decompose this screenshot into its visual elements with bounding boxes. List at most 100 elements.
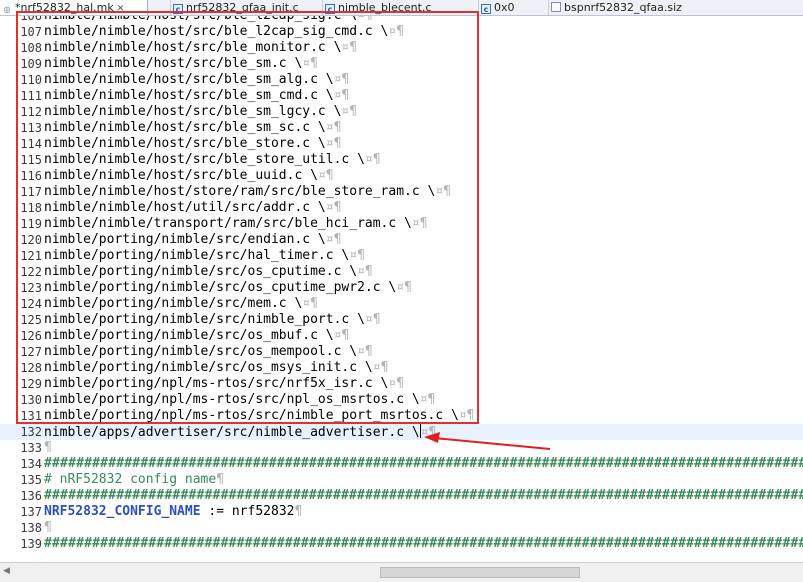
tab-whitespace-marker: ¤ [302,296,311,311]
code-line[interactable]: 108 nimble/nimble/host/src/ble_monitor.c … [0,40,803,56]
tab-nrf52832-qfaa-init-c[interactable]: c nrf52832_qfaa_init.c [170,0,320,15]
line-content: nimble/porting/npl/ms-rtos/src/nimble_po… [44,408,459,423]
code-text: ########################################… [44,456,803,472]
pilcrow-marker: ¶ [365,16,373,23]
code-text: nimble/nimble/host/src/ble_l2cap_sig.c \… [44,16,373,24]
gutter-marker [3,281,12,290]
gutter-marker [3,313,12,322]
pilcrow-marker: ¶ [310,56,318,71]
code-line[interactable]: 111 nimble/nimble/host/src/ble_sm_cmd.c \… [0,88,803,104]
tab-0x0[interactable]: c 0x0 [478,0,543,15]
close-icon[interactable]: ✕ [117,4,125,14]
gutter-marker [3,377,12,386]
tab-whitespace-marker: ¤ [364,152,373,167]
gutter-marker [3,265,12,274]
code-line[interactable]: 135 # nRF52832 config name¶ [0,472,803,488]
code-line[interactable]: 130 nimble/porting/npl/ms-rtos/src/npl_os… [0,392,803,408]
line-content: nimble/nimble/transport/ram/src/ble_hci_… [44,216,412,231]
code-text: ¶ [44,520,52,536]
tab-bspnrf52832-qfaa-siz[interactable]: bspnrf52832_qfaa.siz [548,0,803,15]
code-line[interactable]: 114 nimble/nimble/host/src/ble_store.c \¤… [0,136,803,152]
pilcrow-marker: ¶ [333,120,342,135]
gutter-marker [3,425,12,434]
line-content: nimble/nimble/host/src/ble_sm_alg.c \ [44,72,334,87]
tab-whitespace-marker: ¤ [411,216,420,231]
code-line[interactable]: 133 ¶ [0,440,803,456]
code-line[interactable]: 128 nimble/porting/nimble/src/os_msys_ini… [0,360,803,376]
tab-label: *nrf52832_hal.mk [15,1,114,14]
line-content: nimble/nimble/host/src/ble_sm_sc.c \ [44,120,326,135]
code-line[interactable]: 132 nimble/apps/advertiser/src/nimble_adv… [0,424,803,440]
code-line[interactable]: 120 nimble/porting/nimble/src/endian.c \¤… [0,232,803,248]
pilcrow-marker: ¶ [349,40,358,55]
gutter-marker [3,169,12,178]
code-line[interactable]: 136 #####################################… [0,488,803,504]
code-line[interactable]: 121 nimble/porting/nimble/src/hal_timer.c… [0,248,803,264]
tab-whitespace-marker: ¤ [420,425,429,440]
code-text: nimble/nimble/host/src/ble_l2cap_sig_cmd… [44,24,404,40]
pilcrow-marker: ¶ [333,136,342,151]
line-number: 118 [20,201,42,215]
pilcrow-marker: ¶ [466,408,475,423]
code-line[interactable]: 134 #####################################… [0,456,803,472]
code-line[interactable]: 127 nimble/porting/nimble/src/os_mempool.… [0,344,803,360]
line-number: 127 [20,345,42,359]
code-line[interactable]: 109 nimble/nimble/host/src/ble_sm.c \¤¶ [0,56,803,72]
tab-whitespace-marker: ¤ [317,168,326,183]
code-line[interactable]: 118 nimble/nimble/host/util/src/addr.c \¤… [0,200,803,216]
code-line[interactable]: 139 #####################################… [0,536,803,552]
line-number: 129 [20,377,42,391]
code-line[interactable]: 131 nimble/porting/npl/ms-rtos/src/nimble… [0,408,803,424]
code-line[interactable]: 116 nimble/nimble/host/src/ble_uuid.c \¤¶ [0,168,803,184]
code-line[interactable]: 117 nimble/nimble/host/store/ram/src/ble_… [0,184,803,200]
code-line[interactable]: 107 nimble/nimble/host/src/ble_l2cap_sig_… [0,24,803,40]
horizontal-scrollbar[interactable]: ◀ [0,562,803,582]
code-line[interactable]: 137 NRF52832_CONFIG_NAME := nrf52832¶ [0,504,803,520]
code-text: nimble/porting/nimble/src/hal_timer.c \¤… [44,248,365,264]
code-line[interactable]: 138 ¶ [0,520,803,536]
line-number: 113 [20,121,42,135]
code-editor[interactable]: 106nimble/nimble/host/src/ble_l2cap_sig.… [0,16,803,562]
code-line[interactable]: 122 nimble/porting/nimble/src/os_cputime.… [0,264,803,280]
code-line[interactable]: 115 nimble/nimble/host/src/ble_store_util… [0,152,803,168]
line-number: 139 [20,537,42,551]
code-text: nimble/porting/npl/ms-rtos/src/nimble_po… [44,408,474,424]
code-line[interactable]: 112 nimble/nimble/host/src/ble_sm_lgcy.c … [0,104,803,120]
code-text: nimble/nimble/transport/ram/src/ble_hci_… [44,216,428,232]
line-content: nimble/porting/nimble/src/os_msys_init.c… [44,360,373,375]
pilcrow-marker: ¶ [44,440,52,455]
line-content: # nRF52832 config name [44,472,217,487]
code-line[interactable]: 125 nimble/porting/nimble/src/nimble_port… [0,312,803,328]
line-number: 128 [20,361,42,375]
scrollbar-thumb[interactable] [380,567,580,578]
gutter-marker [3,16,12,18]
line-number: 110 [20,73,42,87]
line-content: nimble/porting/nimble/src/os_cputime_pwr… [44,280,397,295]
scroll-left-icon[interactable]: ◀ [3,566,10,576]
line-content: ########################################… [44,488,803,503]
tab-nimble-blecent-c[interactable]: c nimble_blecent.c [322,0,472,15]
tab-nrf52832-hal-mk[interactable]: ◎ *nrf52832_hal.mk ✕ [0,0,148,15]
code-line[interactable]: 129 nimble/porting/npl/ms-rtos/src/nrf5x_… [0,376,803,392]
tab-whitespace-marker: ¤ [357,16,365,23]
code-text: NRF52832_CONFIG_NAME := nrf52832¶ [44,504,302,520]
pilcrow-marker: ¶ [333,200,342,215]
gutter-marker [3,441,12,450]
code-line[interactable]: 106nimble/nimble/host/src/ble_l2cap_sig.… [0,16,803,24]
tab-label: nimble_blecent.c [338,1,432,14]
line-number: 133 [20,441,42,455]
line-number: 119 [20,217,42,231]
code-line[interactable]: 124 nimble/porting/nimble/src/mem.c \¤¶ [0,296,803,312]
code-line[interactable]: 126 nimble/porting/nimble/src/os_mbuf.c \… [0,328,803,344]
line-content: nimble/nimble/host/util/src/addr.c \ [44,200,326,215]
line-number: 111 [20,89,42,103]
tab-whitespace-marker: ¤ [325,232,334,247]
line-number: 107 [20,25,42,39]
c-file-icon: c [325,4,335,14]
code-line[interactable]: 119 nimble/nimble/transport/ram/src/ble_h… [0,216,803,232]
line-content: nimble/nimble/host/src/ble_sm.c \ [44,56,303,71]
pilcrow-marker: ¶ [341,72,350,87]
code-line[interactable]: 123 nimble/porting/nimble/src/os_cputime_… [0,280,803,296]
code-line[interactable]: 110 nimble/nimble/host/src/ble_sm_alg.c \… [0,72,803,88]
code-line[interactable]: 113 nimble/nimble/host/src/ble_sm_sc.c \¤… [0,120,803,136]
